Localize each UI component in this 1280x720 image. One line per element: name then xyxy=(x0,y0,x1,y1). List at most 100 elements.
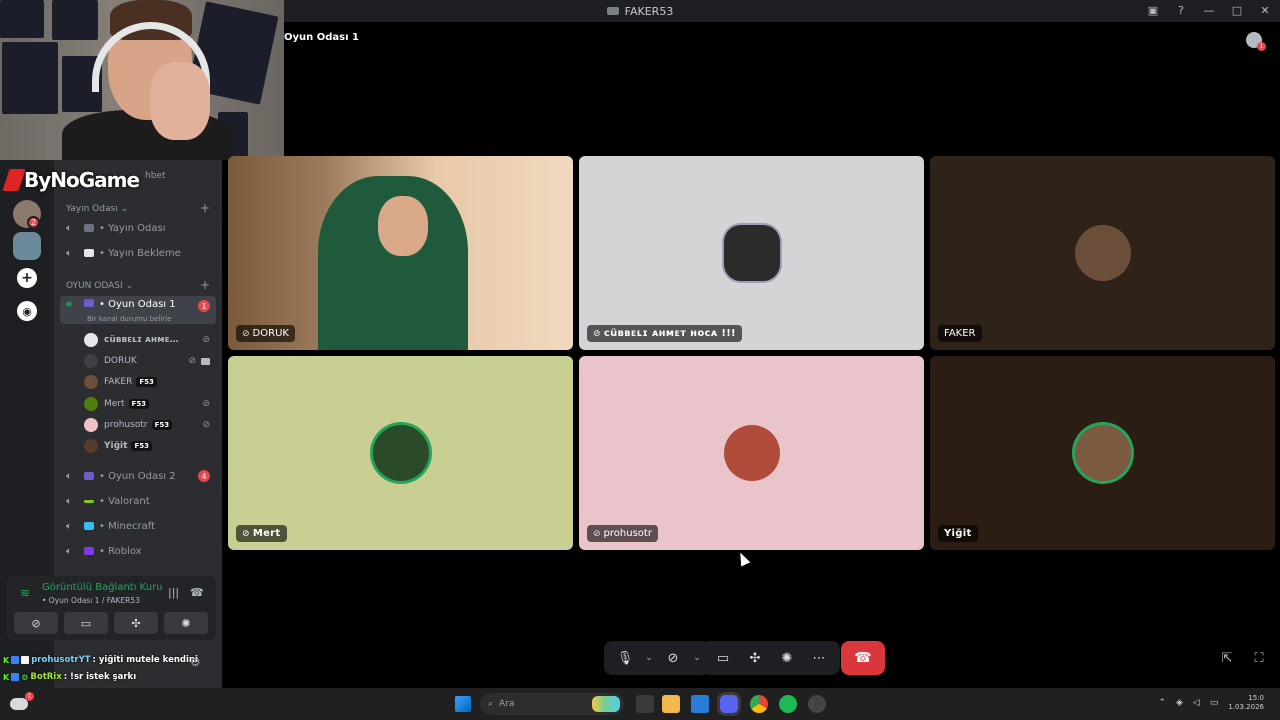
add-channel-icon[interactable]: + xyxy=(200,278,210,292)
channel-label: • Yayın Odası xyxy=(99,222,166,234)
share-screen-button[interactable]: ▭ xyxy=(64,612,108,634)
member-tag: F53 xyxy=(128,399,150,409)
notification-bell-icon[interactable]: 1 xyxy=(1246,32,1266,51)
add-server-icon[interactable]: + xyxy=(17,268,37,288)
speaker-icon: 🔈︎ xyxy=(66,222,72,234)
close-button[interactable]: ✕ xyxy=(1258,3,1272,17)
add-channel-icon[interactable]: + xyxy=(200,201,210,215)
channel-emoji-icon xyxy=(84,249,94,257)
mic-options-chevron-icon[interactable]: ⌄ xyxy=(642,653,656,663)
activities-button[interactable]: ✣ xyxy=(114,612,158,634)
battery-icon[interactable]: ▭ xyxy=(1210,698,1219,708)
more-options-button[interactable]: ⋯ xyxy=(804,644,834,672)
discover-icon[interactable]: ◉ xyxy=(17,301,37,321)
video-tile-prohusotr[interactable]: ⊘ prohusotr xyxy=(579,356,924,550)
member-name: DORUK xyxy=(104,356,137,366)
soundboard-button[interactable]: ✺ xyxy=(164,612,208,634)
cloud-icon xyxy=(10,698,28,710)
participant-label: FAKER xyxy=(938,325,982,342)
maximize-button[interactable]: □ xyxy=(1230,3,1244,17)
settings-gear-icon[interactable]: ⚙ xyxy=(190,655,201,669)
category-oyun[interactable]: OYUN ODASI ⌄ xyxy=(66,281,133,291)
inbox-icon[interactable]: ▣ xyxy=(1146,3,1160,17)
channel-minecraft[interactable]: 🔈︎ • Minecraft xyxy=(60,516,216,536)
mic-off-icon: ⊘ xyxy=(242,328,250,339)
speaker-icon: 🔈︎ xyxy=(66,247,72,259)
clock[interactable]: 15:0 1.03.2026 xyxy=(1228,694,1264,712)
member-row[interactable]: Mert F53 ⊘ xyxy=(84,395,214,413)
channel-status-line[interactable]: Bir kanal durumu belirle xyxy=(87,315,171,323)
help-icon[interactable]: ? xyxy=(1174,3,1188,17)
fullscreen-icon[interactable]: ⛶ xyxy=(1251,650,1267,666)
category-label: Yayın Odası xyxy=(66,204,118,214)
spotify-icon[interactable] xyxy=(779,695,797,713)
store-icon[interactable] xyxy=(691,695,709,713)
member-row[interactable]: DORUK ⊘ xyxy=(84,352,214,370)
microphone-button[interactable]: 🎙︎ xyxy=(610,644,640,672)
network-icon[interactable]: ◈ xyxy=(1176,698,1183,708)
channel-yayin-bekleme[interactable]: 🔈︎ • Yayın Bekleme xyxy=(60,243,216,263)
video-tile-doruk[interactable]: ⊘ DORUK xyxy=(228,156,573,350)
bot-badge-icon: ⚙ xyxy=(21,672,29,682)
speaker-active-icon: 🔊︎ xyxy=(66,299,73,310)
search-icon: ⌕ xyxy=(488,699,494,709)
activities-button[interactable]: ✣ xyxy=(740,644,770,672)
member-row[interactable]: FAKER F53 xyxy=(84,373,214,391)
taskbar-search[interactable]: ⌕ Ara xyxy=(480,693,624,715)
signal-icon[interactable]: ≋ xyxy=(20,586,34,600)
category-yayin[interactable]: Yayın Odası ⌄ xyxy=(66,204,128,214)
video-tile-yigit[interactable]: Yiğit xyxy=(930,356,1275,550)
obs-icon[interactable] xyxy=(808,695,826,713)
disconnect-call-button[interactable]: ☎ xyxy=(841,641,885,675)
chevron-up-icon[interactable]: ⌃ xyxy=(1158,698,1166,708)
soundboard-button[interactable]: ✺ xyxy=(772,644,802,672)
member-row[interactable]: ᴄüʙʙᴇʟɪ ᴀʜᴍᴇ… ⊘ xyxy=(84,331,214,349)
channel-roblox[interactable]: 🔈︎ • Roblox xyxy=(60,541,216,561)
server-badge: 2 xyxy=(27,216,40,229)
badge-icon xyxy=(21,656,30,664)
channel-label: • Oyun Odası 1 xyxy=(99,299,176,310)
disconnect-icon[interactable]: ☎ xyxy=(190,586,204,599)
camera-off-button[interactable]: ⊘ xyxy=(658,644,688,672)
noise-suppression-icon[interactable]: ||| xyxy=(168,586,180,599)
share-screen-button[interactable]: ▭ xyxy=(708,644,738,672)
channel-emoji-icon xyxy=(84,224,94,232)
chat-text: : !sr istek şarkı xyxy=(63,672,137,682)
avatar xyxy=(84,375,98,389)
chevron-down-icon: ⌄ xyxy=(120,204,129,214)
kick-icon: K xyxy=(3,655,10,665)
avatar xyxy=(84,418,98,432)
popout-icon[interactable]: ⇱ xyxy=(1219,650,1235,666)
member-name: FAKER xyxy=(104,377,133,387)
window-title: FAKER53 xyxy=(624,4,674,18)
file-explorer-icon[interactable] xyxy=(662,695,680,713)
member-row[interactable]: Yiğit F53 xyxy=(84,437,214,455)
camera-icon xyxy=(201,357,210,365)
volume-icon[interactable]: ◁ xyxy=(1193,698,1200,708)
voice-channel-path[interactable]: • Oyun Odası 1 / FAKER53 xyxy=(42,596,140,605)
weather-widget[interactable]: 1 xyxy=(10,692,34,714)
system-tray: ⌃ ◈ ◁ ▭ 15:0 1.03.2026 xyxy=(1158,694,1264,712)
start-button[interactable] xyxy=(455,696,471,712)
member-tag: F53 xyxy=(136,377,157,387)
video-tile-mert[interactable]: ⊘ Mert xyxy=(228,356,573,550)
video-tile-cubbeli[interactable]: ⊘ ᴄüʙʙᴇʟɪ ᴀʜᴍᴇᴛ ʜᴏᴄᴀ !!! xyxy=(579,156,924,350)
channel-valorant[interactable]: 🔈︎ • Valorant xyxy=(60,491,216,511)
discord-taskbar-icon[interactable] xyxy=(720,695,738,713)
task-view-icon[interactable] xyxy=(636,695,654,713)
channel-yayin-odasi[interactable]: 🔈︎ • Yayın Odası xyxy=(60,218,216,238)
member-row[interactable]: prohusotr F53 ⊘ xyxy=(84,416,214,434)
server-icon-2[interactable] xyxy=(13,232,41,260)
mic-off-icon: ⊘ xyxy=(202,399,210,409)
camera-toggle-button[interactable]: ⊘ xyxy=(14,612,58,634)
wall-poster xyxy=(0,0,44,38)
channel-oyun-odasi-2[interactable]: 🔈︎ • Oyun Odası 2 4 xyxy=(60,466,216,486)
streamer-webcam xyxy=(0,0,284,160)
participant-name: ᴄüʙʙᴇʟɪ ᴀʜᴍᴇᴛ ʜᴏᴄᴀ !!! xyxy=(603,328,736,339)
alien-icon xyxy=(84,547,94,555)
mic-off-icon: ⊘ xyxy=(188,356,196,366)
minimize-button[interactable]: — xyxy=(1202,3,1216,17)
video-tile-faker[interactable]: FAKER xyxy=(930,156,1275,350)
mic-off-icon: ⊘ xyxy=(202,335,210,345)
chrome-icon[interactable] xyxy=(750,695,768,713)
